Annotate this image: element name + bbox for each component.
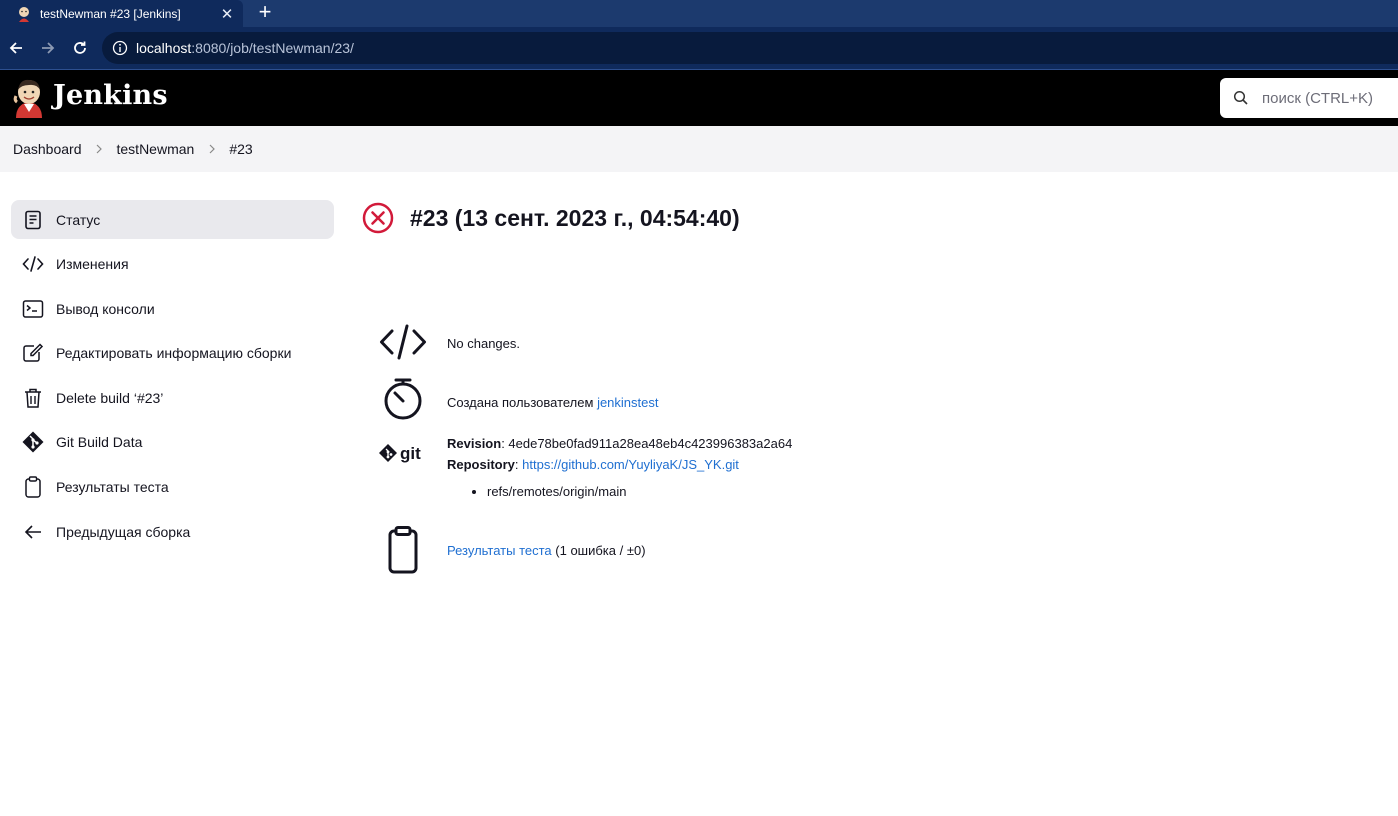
sidebar-item-console[interactable]: Вывод консоли xyxy=(11,289,334,328)
arrow-left-icon xyxy=(22,521,44,543)
reload-icon xyxy=(74,41,86,54)
user-link[interactable]: jenkinstest xyxy=(597,395,658,410)
sidebar-item-label: Вывод консоли xyxy=(56,300,155,317)
page-title: #23 (13 сент. 2023 г., 04:54:40) xyxy=(410,204,740,231)
sidebar-item-status[interactable]: Статус xyxy=(11,200,334,239)
forward-button[interactable] xyxy=(35,35,61,61)
sidebar-item-label: Изменения xyxy=(56,256,129,273)
list-item: refs/remotes/origin/main xyxy=(487,481,792,502)
sidebar-item-label: Git Build Data xyxy=(56,434,143,451)
test-results-link[interactable]: Результаты теста xyxy=(447,543,552,558)
chevron-right-icon xyxy=(82,143,117,155)
started-by-text: Создана пользователем xyxy=(447,394,594,410)
browser-tab-bar: testNewman #23 [Jenkins] ✕ + xyxy=(0,0,1398,27)
sidebar-item-label: Результаты теста xyxy=(56,479,169,496)
search-input[interactable] xyxy=(1262,89,1398,107)
search-icon xyxy=(1233,90,1249,106)
reload-button[interactable] xyxy=(67,35,93,61)
search-box[interactable] xyxy=(1220,78,1398,118)
clipboard-icon xyxy=(22,476,44,498)
side-panel: Статус Изменения Вывод консоли Редактиро… xyxy=(11,200,334,557)
edit-icon xyxy=(22,342,44,364)
jenkins-logo-icon[interactable] xyxy=(12,78,46,118)
sidebar-item-label: Delete build ‘#23’ xyxy=(56,389,164,406)
test-results-summary: (1 ошибка / ±0) xyxy=(551,542,646,558)
url-path: :8080/job/testNewman/23/ xyxy=(191,40,354,56)
repository-label: Repository xyxy=(447,457,515,472)
sidebar-item-changes[interactable]: Изменения xyxy=(11,245,334,284)
test-results-row: Результаты теста (1 ошибка / ±0) xyxy=(378,526,646,574)
jenkins-header: Jenkins xyxy=(0,70,1398,126)
build-header: #23 (13 сент. 2023 г., 04:54:40) xyxy=(362,202,740,234)
git-row: git xyxy=(378,440,428,468)
close-tab-icon[interactable]: ✕ xyxy=(217,4,237,24)
jenkins-favicon-icon xyxy=(16,6,32,22)
changes-text: No changes. xyxy=(447,335,520,351)
git-logo-icon: git xyxy=(378,440,428,468)
git-logo-text: git xyxy=(400,444,421,463)
sidebar-item-label: Статус xyxy=(56,211,101,228)
failed-status-icon xyxy=(362,202,394,234)
sidebar-item-test-results[interactable]: Результаты теста xyxy=(11,468,334,507)
browser-toolbar: localhost:8080/job/testNewman/23/ xyxy=(0,27,1398,70)
sidebar-item-delete-build[interactable]: Delete build ‘#23’ xyxy=(11,378,334,417)
site-info-icon[interactable] xyxy=(112,40,128,56)
clipboard-icon xyxy=(378,526,428,574)
chevron-right-icon xyxy=(194,143,229,155)
sidebar-item-edit-build[interactable]: Редактировать информацию сборки xyxy=(11,334,334,373)
timer-icon xyxy=(378,378,428,422)
terminal-icon xyxy=(22,298,44,320)
git-icon xyxy=(22,431,44,453)
sidebar-item-git-build-data[interactable]: Git Build Data xyxy=(11,423,334,462)
breadcrumb-build[interactable]: #23 xyxy=(229,141,252,157)
url-host: localhost xyxy=(136,40,192,56)
repository-link[interactable]: https://github.com/YuyliyaK/JS_YK.git xyxy=(522,457,739,472)
browser-tab[interactable]: testNewman #23 [Jenkins] ✕ xyxy=(0,0,243,27)
revision-label: Revision xyxy=(447,436,502,451)
back-button[interactable] xyxy=(3,35,29,61)
breadcrumb-dashboard[interactable]: Dashboard xyxy=(13,141,82,157)
revision-line: Revision: 4ede78be0fad911a28ea48eb4c4239… xyxy=(447,433,792,454)
arrow-forward-icon xyxy=(42,42,55,54)
browser-tab-title: testNewman #23 [Jenkins] xyxy=(40,6,181,21)
code-icon xyxy=(22,253,44,275)
git-build-data: Revision: 4ede78be0fad911a28ea48eb4c4239… xyxy=(447,433,792,502)
breadcrumb-job[interactable]: testNewman xyxy=(117,141,195,157)
trash-icon xyxy=(22,387,44,409)
jenkins-title[interactable]: Jenkins xyxy=(53,80,168,111)
sidebar-item-label: Редактировать информацию сборки xyxy=(56,345,292,362)
breadcrumb: Dashboard testNewman #23 xyxy=(0,126,1398,172)
new-tab-button[interactable]: + xyxy=(253,1,277,25)
code-icon xyxy=(378,322,428,362)
sidebar-item-label: Предыдущая сборка xyxy=(56,523,191,540)
started-by-row: Создана пользователем jenkinstest xyxy=(378,378,658,422)
address-bar[interactable]: localhost:8080/job/testNewman/23/ xyxy=(102,32,1398,64)
changes-row: No changes. xyxy=(378,322,520,362)
sidebar-item-previous-build[interactable]: Предыдущая сборка xyxy=(11,512,334,551)
repository-line: Repository: https://github.com/YuyliyaK/… xyxy=(447,454,792,475)
revision-value: : 4ede78be0fad911a28ea48eb4c423996383a2a… xyxy=(501,436,793,451)
status-icon xyxy=(22,209,44,231)
arrow-back-icon xyxy=(9,42,22,54)
branch-list: refs/remotes/origin/main xyxy=(487,481,792,502)
